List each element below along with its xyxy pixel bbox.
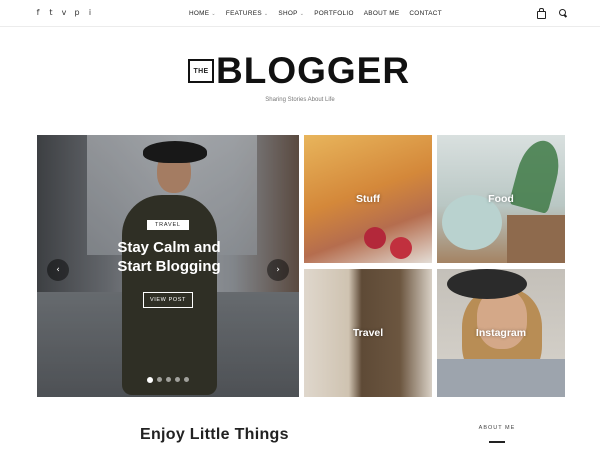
social-links: f t v p i <box>34 9 94 17</box>
nav-item-home[interactable]: HOME ⌄ <box>189 10 216 17</box>
nav-item-label: SHOP <box>278 10 298 17</box>
main-nav: HOME ⌄ FEATURES ⌄ SHOP ⌄ PORTFOLIO ABOUT ME… <box>189 0 442 27</box>
instagram-icon[interactable]: i <box>86 9 94 17</box>
cart-icon[interactable] <box>536 8 546 19</box>
nav-item-about-me[interactable]: ABOUT ME <box>364 10 400 17</box>
slider-dot-5[interactable] <box>184 377 189 382</box>
view-post-button[interactable]: VIEW POST <box>143 292 193 308</box>
slider-dot-1[interactable] <box>147 376 153 383</box>
nav-item-label: FEATURES <box>225 10 262 17</box>
site-logo[interactable]: THE BLOGGER <box>188 50 411 91</box>
heading-divider <box>489 441 505 443</box>
vimeo-icon[interactable]: v <box>60 9 68 17</box>
tile-image-plant <box>508 136 565 214</box>
logo-word: BLOGGER <box>216 50 411 91</box>
logo-the: THE <box>188 59 214 83</box>
chevron-left-icon: ‹ <box>56 265 60 275</box>
header-tools <box>536 8 568 19</box>
category-label: Instagram <box>475 327 527 339</box>
slider-prev-button[interactable]: ‹ <box>47 259 69 281</box>
slider-dots <box>147 376 189 383</box>
category-label: Stuff <box>356 193 380 205</box>
slider-dot-4[interactable] <box>175 377 180 382</box>
category-tile-food[interactable]: Food <box>437 135 565 263</box>
tile-image-berry <box>364 227 386 249</box>
category-label: Food <box>488 193 514 205</box>
slider-next-button[interactable]: › <box>267 259 289 281</box>
tile-image-pot <box>507 215 565 263</box>
category-tile-travel[interactable]: Travel <box>304 269 432 397</box>
chevron-down-icon: ⌄ <box>263 11 269 17</box>
about-me-heading: ABOUT ME <box>478 425 516 431</box>
featured-slider: TRAVEL Stay Calm and Start Blogging VIEW… <box>37 135 299 397</box>
slide-category-badge[interactable]: TRAVEL <box>147 220 189 230</box>
category-tile-instagram[interactable]: Instagram <box>437 269 565 397</box>
nav-item-portfolio[interactable]: PORTFOLIO <box>314 10 354 17</box>
chevron-right-icon: › <box>276 265 280 275</box>
search-icon[interactable] <box>558 8 568 18</box>
category-tile-stuff[interactable]: Stuff <box>304 135 432 263</box>
top-bar: f t v p i HOME ⌄ FEATURES ⌄ SHOP ⌄ PORTFOLI… <box>0 0 600 27</box>
slide-title-line: Start Blogging <box>117 258 221 275</box>
site-tagline: Sharing Stories About Life <box>265 97 335 103</box>
facebook-icon[interactable]: f <box>34 9 42 17</box>
nav-item-label: HOME <box>189 10 210 17</box>
pinterest-icon[interactable]: p <box>73 9 81 17</box>
slide-title[interactable]: Stay Calm and Start Blogging <box>107 238 231 276</box>
nav-item-contact[interactable]: CONTACT <box>409 10 442 17</box>
slide-title-line: Stay Calm and <box>117 239 221 256</box>
nav-item-shop[interactable]: SHOP ⌄ <box>278 10 304 17</box>
tile-image-shirt <box>437 359 565 397</box>
tile-image-berry <box>390 237 412 259</box>
chevron-down-icon: ⌄ <box>299 11 305 17</box>
slider-dot-2[interactable] <box>157 377 162 382</box>
chevron-down-icon: ⌄ <box>211 11 216 17</box>
post-heading[interactable]: Enjoy Little Things <box>140 426 289 444</box>
tile-image-hat <box>447 269 527 299</box>
slider-dot-3[interactable] <box>166 377 171 382</box>
nav-item-features[interactable]: FEATURES ⌄ <box>226 10 269 17</box>
category-label: Travel <box>352 327 384 339</box>
twitter-icon[interactable]: t <box>47 9 55 17</box>
